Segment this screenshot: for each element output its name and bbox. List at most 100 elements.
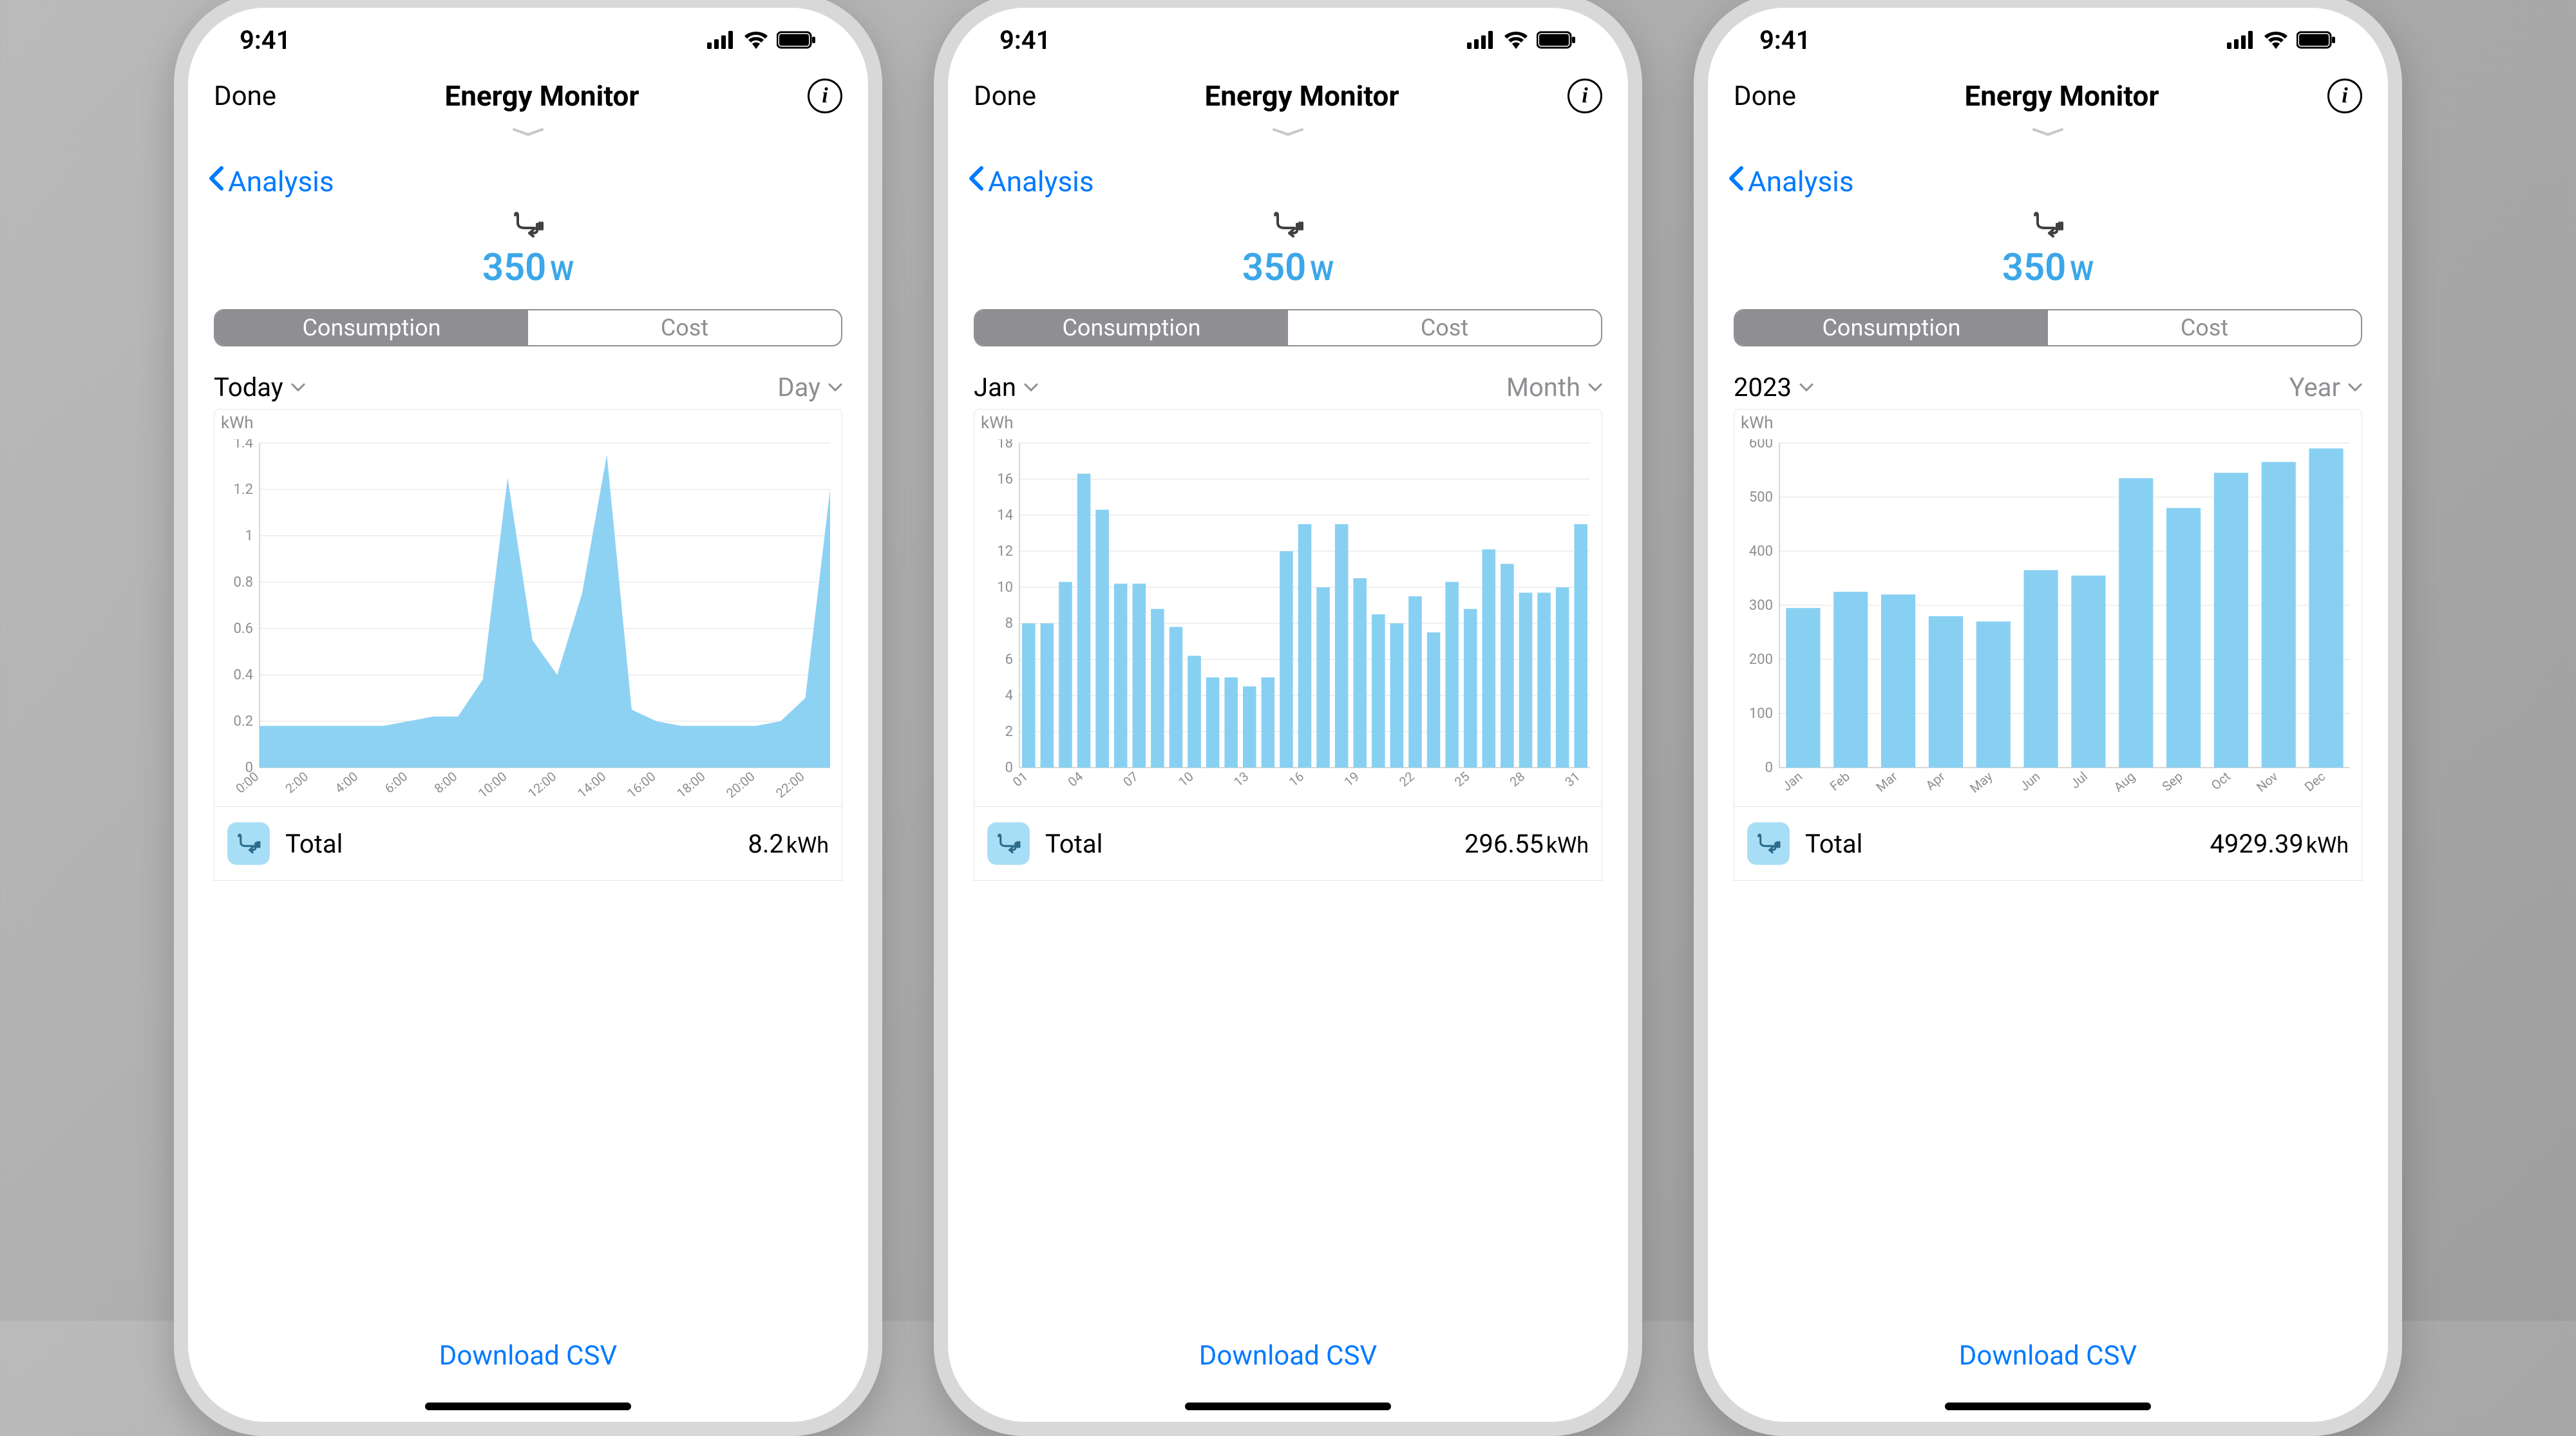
svg-text:0.8: 0.8 <box>233 574 253 590</box>
back-button[interactable]: Analysis <box>188 139 868 205</box>
status-icons <box>1467 31 1577 49</box>
period-picker[interactable]: Jan <box>974 372 1038 402</box>
done-button[interactable]: Done <box>974 80 1036 112</box>
tab-cost[interactable]: Cost <box>528 310 841 345</box>
svg-text:May: May <box>1967 768 1996 796</box>
range-row: 2023 Year <box>1734 372 2362 402</box>
chart-area: 00.20.40.60.811.21.40:002:004:006:008:00… <box>214 433 842 806</box>
metric-segmented-control[interactable]: Consumption Cost <box>214 309 842 346</box>
done-button[interactable]: Done <box>214 80 276 112</box>
phone-frame: 9:41 Done Energy Monitor i Analysis 350W… <box>934 0 1642 1436</box>
back-label: Analysis <box>1748 165 1854 198</box>
info-icon[interactable]: i <box>808 79 842 113</box>
info-icon[interactable]: i <box>1567 79 1602 113</box>
svg-text:100: 100 <box>1749 706 1773 722</box>
metric-segmented-control[interactable]: Consumption Cost <box>974 309 1602 346</box>
energy-icon <box>1734 211 2362 238</box>
period-picker[interactable]: 2023 <box>1734 372 1814 402</box>
done-button[interactable]: Done <box>1734 80 1796 112</box>
svg-text:0:00: 0:00 <box>232 768 261 796</box>
status-time: 9:41 <box>240 25 290 55</box>
chevron-down-icon <box>291 383 305 392</box>
svg-text:18:00: 18:00 <box>674 768 708 800</box>
chart-card: kWh 0100200300400500600JanFebMarAprMayJu… <box>1734 409 2362 881</box>
download-csv-button[interactable]: Download CSV <box>974 1314 1602 1403</box>
home-indicator[interactable] <box>1185 1403 1391 1410</box>
download-csv-button[interactable]: Download CSV <box>214 1314 842 1403</box>
content: 350W Consumption Cost Today Day kWh 00.2… <box>188 205 868 1422</box>
status-bar: 9:41 <box>1708 8 2388 72</box>
tab-cost[interactable]: Cost <box>2048 310 2361 345</box>
app-header: Done Energy Monitor i <box>188 72 868 126</box>
chart-y-unit: kWh <box>1734 410 2362 433</box>
svg-text:16: 16 <box>1286 768 1307 789</box>
svg-text:Mar: Mar <box>1873 768 1900 795</box>
total-label: Total <box>1805 829 1862 859</box>
signal-icon <box>1467 31 1495 49</box>
svg-text:400: 400 <box>1749 543 1773 560</box>
svg-text:Oct: Oct <box>2208 768 2233 793</box>
tab-consumption[interactable]: Consumption <box>975 310 1288 345</box>
status-time: 9:41 <box>999 25 1050 55</box>
total-value: 8.2kWh <box>748 829 829 859</box>
range-row: Jan Month <box>974 372 1602 402</box>
back-label: Analysis <box>228 165 334 198</box>
pull-handle-icon <box>188 126 868 139</box>
chart-card: kWh 00.20.40.60.811.21.40:002:004:006:00… <box>214 409 842 881</box>
tab-consumption[interactable]: Consumption <box>215 310 528 345</box>
svg-text:200: 200 <box>1749 652 1773 668</box>
info-icon[interactable]: i <box>2327 79 2362 113</box>
total-row: Total 4929.39kWh <box>1734 806 2362 880</box>
svg-text:16:00: 16:00 <box>624 768 659 800</box>
chevron-left-icon <box>1727 165 1744 198</box>
total-label: Total <box>285 829 343 859</box>
svg-text:18: 18 <box>997 439 1013 451</box>
svg-text:500: 500 <box>1749 489 1773 505</box>
total-row: Total 296.55kWh <box>974 806 1602 880</box>
svg-text:4: 4 <box>1005 688 1013 704</box>
app-header: Done Energy Monitor i <box>948 72 1628 126</box>
chart-y-unit: kWh <box>214 410 842 433</box>
svg-text:Jun: Jun <box>2017 768 2043 794</box>
tab-cost[interactable]: Cost <box>1288 310 1601 345</box>
total-value: 296.55kWh <box>1464 829 1589 859</box>
metric-segmented-control[interactable]: Consumption Cost <box>1734 309 2362 346</box>
svg-text:10: 10 <box>997 580 1013 596</box>
status-bar: 9:41 <box>948 8 1628 72</box>
granularity-picker[interactable]: Year <box>2289 372 2362 402</box>
svg-text:Nov: Nov <box>2253 768 2281 795</box>
chart-card: kWh 024681012141618010407101316192225283… <box>974 409 1602 881</box>
back-button[interactable]: Analysis <box>948 139 1628 205</box>
content: 350W Consumption Cost 2023 Year kWh 0 100… <box>1708 205 2388 1422</box>
svg-text:Sep: Sep <box>2159 768 2186 794</box>
svg-text:300: 300 <box>1749 598 1773 614</box>
current-power-value: 350W <box>974 246 1602 290</box>
svg-text:0.2: 0.2 <box>233 713 253 730</box>
back-button[interactable]: Analysis <box>1708 139 2388 205</box>
chart-y-unit: kWh <box>974 410 1602 433</box>
wifi-icon <box>743 31 769 49</box>
status-icons <box>2227 31 2336 49</box>
svg-text:6: 6 <box>1005 652 1013 668</box>
battery-icon <box>777 31 817 49</box>
chart-area: 0100200300400500600JanFebMarAprMayJunJul… <box>1734 433 2362 806</box>
chevron-left-icon <box>967 165 984 198</box>
energy-icon <box>214 211 842 238</box>
current-power-value: 350W <box>1734 246 2362 290</box>
tab-consumption[interactable]: Consumption <box>1735 310 2048 345</box>
granularity-picker[interactable]: Month <box>1506 372 1602 402</box>
svg-text:0: 0 <box>1765 760 1773 776</box>
svg-text:Aug: Aug <box>2111 768 2138 795</box>
svg-text:20:00: 20:00 <box>723 768 758 800</box>
granularity-picker[interactable]: Day <box>777 372 842 402</box>
svg-text:16: 16 <box>997 471 1013 487</box>
home-indicator[interactable] <box>425 1403 631 1410</box>
total-icon <box>1747 822 1790 865</box>
svg-text:19: 19 <box>1341 768 1362 789</box>
phone-frame: 9:41 Done Energy Monitor i Analysis 350W… <box>1694 0 2402 1436</box>
download-csv-button[interactable]: Download CSV <box>1734 1314 2362 1403</box>
svg-text:25: 25 <box>1452 768 1473 789</box>
home-indicator[interactable] <box>1945 1403 2151 1410</box>
svg-text:6:00: 6:00 <box>381 768 410 796</box>
period-picker[interactable]: Today <box>214 372 305 402</box>
